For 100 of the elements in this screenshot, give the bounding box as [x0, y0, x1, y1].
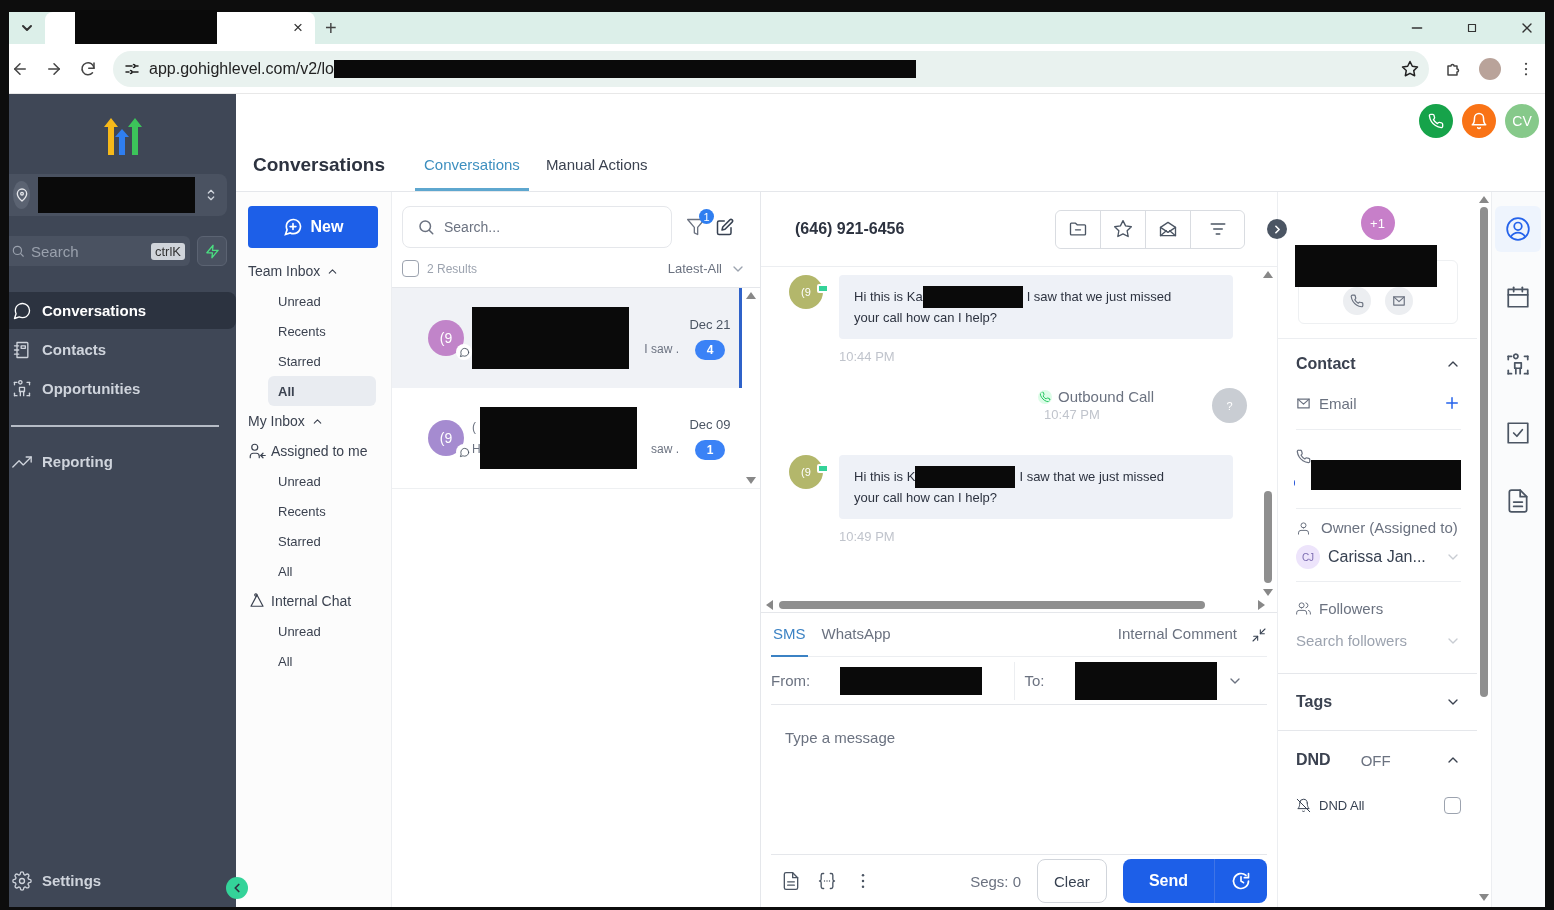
dnd-all-label: DND All: [1319, 797, 1365, 813]
nav-item[interactable]: Conversations: [9, 292, 236, 329]
conversation-date: Dec 21: [689, 316, 731, 332]
restore-icon[interactable]: [1465, 21, 1479, 35]
channel-tab[interactable]: SMS: [771, 612, 808, 657]
collapse-arrows-icon[interactable]: [1251, 626, 1267, 643]
document-icon: [1505, 488, 1531, 514]
tab-close-button[interactable]: ×: [293, 18, 303, 38]
contact-avatar: (9: [789, 275, 823, 309]
collapse-button[interactable]: [226, 877, 248, 899]
address-bar[interactable]: app.gohighlevel.com/v2/lo: [113, 50, 1429, 87]
chat-bubble-icon: [12, 300, 32, 321]
contact-avatar: (9: [428, 320, 464, 356]
filter-count-badge: 1: [699, 209, 714, 224]
lightning-icon: [204, 243, 220, 259]
inbox-filter-item[interactable]: Unread: [268, 466, 376, 496]
people-grid-icon: [12, 378, 32, 399]
user-icon: [1296, 521, 1311, 536]
nav-item[interactable]: Contacts: [9, 331, 236, 368]
internal-comment-tab[interactable]: Internal Comment: [1115, 612, 1239, 657]
star-icon: [1113, 219, 1133, 239]
compose-icon[interactable]: [716, 218, 734, 236]
nav-item[interactable]: Opportunities: [9, 370, 236, 407]
message-preview: I saw .: [644, 342, 679, 356]
owner-dropdown[interactable]: CJ Carissa Jan...: [1296, 545, 1461, 569]
conversation-item[interactable]: (9 ( H saw . Dec 09 1: [392, 388, 742, 488]
chat-plus-icon: [282, 217, 303, 237]
call-label: Outbound Call: [1058, 388, 1154, 405]
field-label: Email: [1319, 394, 1357, 412]
call-button[interactable]: [1342, 287, 1371, 315]
inbox-filter-item[interactable]: All: [268, 556, 376, 586]
user-circle-icon: [1505, 216, 1531, 242]
contact-avatar: +1: [1360, 206, 1395, 240]
phone-icon: [1428, 113, 1444, 129]
search-field[interactable]: Search ctrlK: [9, 236, 190, 266]
braces-icon[interactable]: [817, 871, 837, 891]
message-bubble: Hi this is K I saw that we just missed your call how can I help?: [839, 455, 1233, 519]
page-tab[interactable]: Manual Actions: [536, 156, 657, 191]
message-preview: H: [472, 442, 481, 456]
users-icon: [1296, 600, 1311, 616]
clear-button[interactable]: Clear: [1037, 859, 1107, 903]
settings-item[interactable]: Settings: [9, 862, 108, 899]
inbox-section-title[interactable]: My Inbox: [248, 413, 305, 429]
new-tab-button[interactable]: +: [325, 16, 337, 40]
bell-off-icon: [1296, 797, 1311, 813]
add-icon[interactable]: [1443, 394, 1461, 412]
phone-icon: [1296, 448, 1311, 464]
unread-count-badge: 1: [695, 439, 725, 460]
sms-badge-icon: [817, 464, 829, 473]
inbox-filter-item[interactable]: All: [268, 376, 376, 406]
inbox-filter-item[interactable]: All: [268, 646, 376, 676]
inbox-filter-item[interactable]: Starred: [268, 526, 376, 556]
clock-icon: [1231, 871, 1251, 891]
dnd-all-checkbox[interactable]: [1444, 796, 1461, 814]
location-switcher[interactable]: [9, 174, 227, 216]
archive-button[interactable]: [1056, 210, 1101, 248]
inbox-filter-item[interactable]: Unread: [268, 286, 376, 316]
email-button[interactable]: [1384, 287, 1413, 315]
from-label: From:: [771, 672, 811, 689]
inbox-group-title: Assigned to me: [271, 443, 368, 459]
new-button[interactable]: New: [248, 206, 378, 248]
channel-tab[interactable]: WhatsApp: [819, 612, 893, 657]
message-input[interactable]: Type a message: [771, 705, 1267, 855]
mail-icon: [1391, 294, 1406, 308]
inbox-filter-item[interactable]: Recents: [268, 316, 376, 346]
inbox-filter-item[interactable]: Unread: [268, 616, 376, 646]
field-label: Followers: [1319, 599, 1384, 617]
browser-tab[interactable]: ×: [45, 12, 315, 44]
conversation-item[interactable]: (9 I saw . Dec 21 4: [392, 288, 742, 388]
phone-button[interactable]: [1419, 104, 1453, 138]
conversation-date: Dec 09: [689, 416, 731, 432]
logo-icon: [101, 117, 144, 157]
page-title: Conversations: [253, 154, 385, 177]
contact-avatar: (9: [789, 455, 823, 489]
document-icon[interactable]: [781, 871, 801, 891]
notifications-button[interactable]: [1462, 104, 1496, 138]
expand-panel-button[interactable]: [1267, 219, 1287, 239]
user-circle-button[interactable]: [1495, 206, 1541, 252]
inbox-group-title: Internal Chat: [271, 593, 352, 609]
segment-count: Segs: 0: [970, 872, 1021, 890]
nav-item[interactable]: Reporting: [9, 443, 236, 480]
user-avatar: ?: [1212, 388, 1247, 423]
unread-count-badge: 4: [695, 339, 725, 360]
inbox-section-title[interactable]: Team Inbox: [248, 263, 321, 279]
sort-dropdown[interactable]: Latest-All: [667, 261, 722, 276]
section-title[interactable]: Contact: [1296, 355, 1356, 373]
to-label: To:: [1024, 672, 1045, 689]
select-all-checkbox[interactable]: [402, 260, 419, 277]
section-title[interactable]: DND: [1296, 751, 1331, 769]
search-field[interactable]: Search...: [402, 206, 672, 248]
bookmark-star-icon[interactable]: [1401, 59, 1419, 78]
inbox-filter-item[interactable]: Recents: [268, 496, 376, 526]
inbox-filter-item[interactable]: Starred: [268, 346, 376, 376]
search-icon: [11, 244, 25, 258]
quick-action-button[interactable]: [197, 236, 227, 266]
reload-icon[interactable]: [79, 59, 97, 78]
section-title[interactable]: Tags: [1296, 693, 1333, 711]
horizontal-scrollbar[interactable]: [766, 598, 1265, 612]
message-bubble: Hi this is Ka I saw that we just missed your call how can I help?: [839, 275, 1233, 339]
settings-icon: [12, 870, 32, 891]
